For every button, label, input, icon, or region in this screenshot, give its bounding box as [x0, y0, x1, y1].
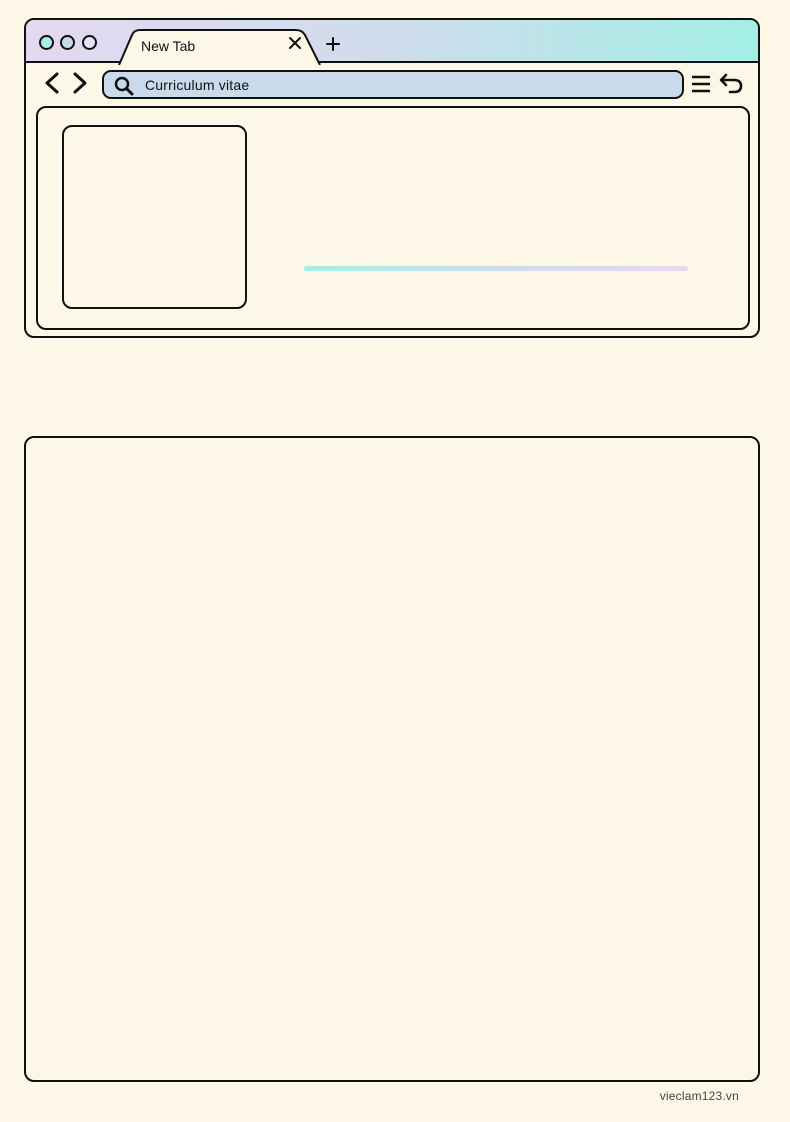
- photo-placeholder: [62, 125, 247, 309]
- window-maximize-dot[interactable]: [82, 35, 97, 50]
- close-icon[interactable]: [288, 36, 302, 50]
- gradient-divider: [304, 266, 688, 271]
- title-bar: New Tab: [26, 20, 758, 65]
- browser-viewport: [36, 106, 750, 330]
- hamburger-menu-icon[interactable]: [692, 75, 710, 93]
- address-bar[interactable]: Curriculum vitae: [102, 70, 684, 99]
- chevron-left-icon[interactable]: [43, 72, 61, 94]
- content-box: [24, 436, 760, 1082]
- browser-window: New Tab Curriculum vitae: [24, 18, 760, 338]
- search-icon: [114, 76, 134, 96]
- window-minimize-dot[interactable]: [60, 35, 75, 50]
- window-close-dot[interactable]: [39, 35, 54, 50]
- plus-icon[interactable]: [326, 37, 340, 51]
- address-text: Curriculum vitae: [145, 77, 250, 93]
- tab-label: New Tab: [141, 38, 196, 54]
- footer-brand: vieclam123.vn: [659, 1089, 739, 1103]
- chevron-right-icon[interactable]: [71, 72, 89, 94]
- reload-icon[interactable]: [719, 72, 743, 94]
